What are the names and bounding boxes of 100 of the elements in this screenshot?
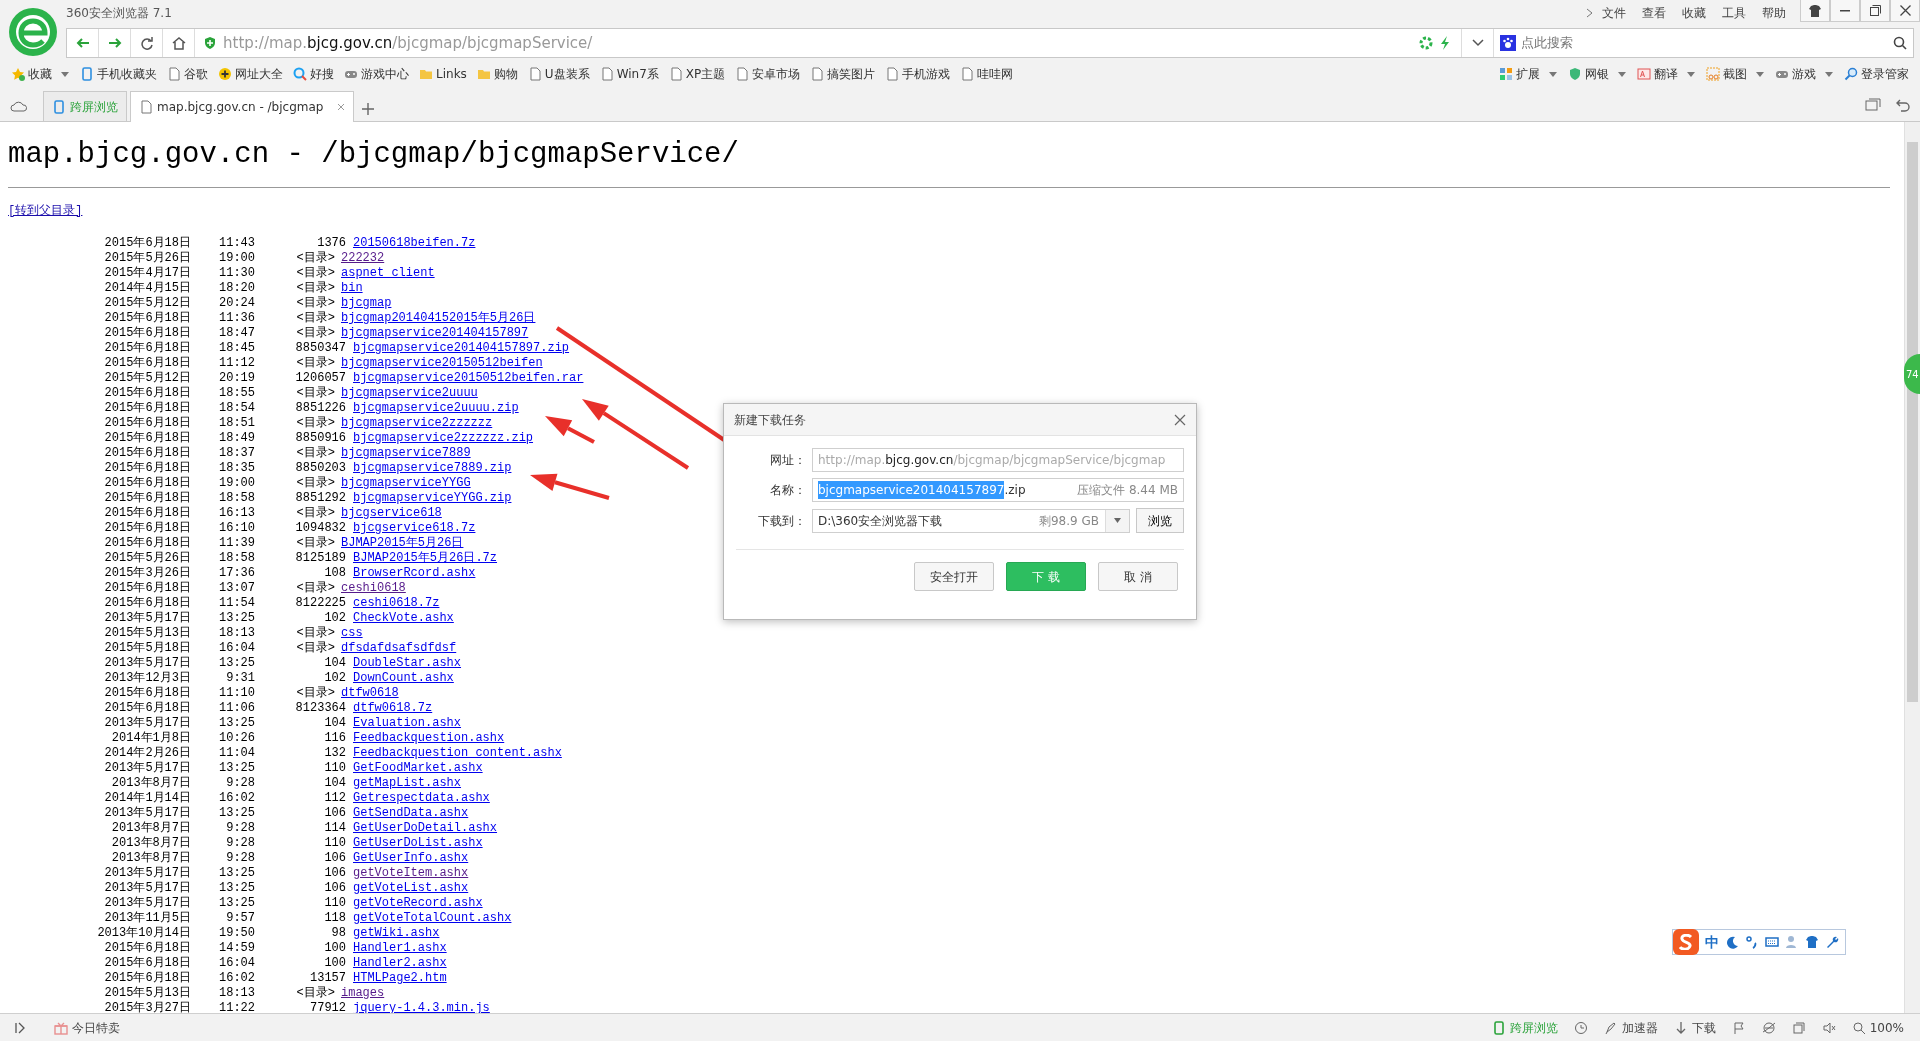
file-link[interactable]: getVoteItem.ashx	[353, 865, 469, 881]
file-link[interactable]: aspnet_client	[341, 265, 435, 281]
file-link[interactable]: GetFoodMarket.ashx	[353, 760, 483, 776]
bookmark-item[interactable]: 搞笑图片	[805, 65, 881, 83]
bookmark-item[interactable]: Links	[414, 65, 472, 83]
file-link[interactable]: 222232	[341, 250, 385, 266]
file-link[interactable]: ceshi0618.7z	[353, 595, 440, 611]
file-link[interactable]: jquery-1.4.3.min.js	[353, 1000, 490, 1013]
browse-button[interactable]: 浏览	[1136, 508, 1184, 533]
file-link[interactable]: bjcgmapservice2zzzzzz	[341, 415, 493, 431]
menu-item[interactable]: 工具	[1714, 4, 1754, 22]
file-link[interactable]: getVoteList.ashx	[353, 880, 469, 896]
dialog-button[interactable]: 取 消	[1098, 562, 1178, 591]
file-link[interactable]: getVoteTotalCount.ashx	[353, 910, 512, 926]
file-link[interactable]: bjcgmapserviceYYGG	[341, 475, 471, 491]
file-link[interactable]: bjcgmapservice2zzzzzz.zip	[353, 430, 534, 446]
bookmark-item[interactable]: 游戏中心	[339, 65, 414, 83]
file-link[interactable]: Handler2.ashx	[353, 955, 447, 971]
toolbar-item[interactable]: 游戏	[1770, 65, 1821, 83]
bookmark-item[interactable]: Win7系	[594, 65, 664, 83]
file-link[interactable]: DoubleStar.ashx	[353, 655, 462, 671]
file-link[interactable]: GetSendData.ashx	[353, 805, 469, 821]
scrollbar[interactable]	[1904, 122, 1920, 1013]
url-field[interactable]: http://map.bjcg.gov.cn/bjcgmap/bjcgmapService/	[223, 31, 1419, 55]
file-link[interactable]: Evaluation.ashx	[353, 715, 462, 731]
file-link[interactable]: bjcgmapservice2uuuu.zip	[353, 400, 519, 416]
folder-field[interactable]: D:\360安全浏览器下载 剩98.9 GB	[812, 508, 1130, 533]
close-button[interactable]	[1174, 413, 1186, 426]
bookmark-item[interactable]: 好搜	[288, 65, 339, 83]
file-link[interactable]: bjcgmapservice201404157897.zip	[353, 340, 570, 356]
menu-item[interactable]: 收藏	[1674, 4, 1714, 22]
tab[interactable]: map.bjcg.gov.cn - /bjcgmap	[130, 91, 355, 122]
file-link[interactable]: images	[341, 985, 385, 1001]
file-link[interactable]: bjcgmapserviceYYGG.zip	[353, 490, 512, 506]
toolbar-item[interactable]: 登录管家	[1839, 65, 1914, 83]
status-item[interactable]: 加速器	[1595, 1018, 1666, 1037]
bookmark-item[interactable]: 谷歌	[162, 65, 213, 83]
file-link[interactable]: bjcgmap	[341, 295, 392, 311]
status-item[interactable]: 下载	[1665, 1018, 1724, 1037]
file-link[interactable]: Getrespectdata.ashx	[353, 790, 490, 806]
bookmark-item[interactable]: 购物	[471, 65, 523, 83]
bookmark-item[interactable]: 手机收藏夹	[75, 65, 162, 83]
url-field[interactable]: http://map.bjcg.gov.cn/bjcgmap/bjcgmapService/bjcgmap	[812, 448, 1184, 472]
file-link[interactable]: bjcgmapservice2uuuu	[341, 385, 478, 401]
bookmark-item[interactable]: 网址大全	[213, 65, 288, 83]
file-link[interactable]: bjcgservice618	[341, 505, 442, 521]
time-text: 18:58	[218, 490, 255, 506]
toolbar-item[interactable]: 扩展	[1494, 65, 1545, 83]
menu-item[interactable]: 文件	[1594, 4, 1634, 22]
bookmark-item[interactable]: XP主题	[663, 65, 731, 83]
file-link[interactable]: getWiki.ashx	[353, 925, 440, 941]
search-field[interactable]: 点此搜索	[1519, 32, 1890, 54]
status-item[interactable]: 100%	[1843, 1018, 1912, 1037]
bookmark-item[interactable]: 手机游戏	[880, 65, 956, 83]
restore-button[interactable]	[1860, 0, 1890, 22]
bookmark-item[interactable]: 哇哇网	[955, 65, 1019, 83]
status-item[interactable]: 今日特卖	[46, 1018, 128, 1037]
file-link[interactable]: Feedbackquestion.ashx	[353, 730, 505, 746]
file-link[interactable]: bin	[341, 280, 363, 296]
name-field[interactable]: bjcgmapservice201404157897.zip 压缩文件 8.44 MB	[812, 478, 1184, 502]
file-link[interactable]: BJMAP2015年5月26日	[341, 535, 464, 551]
file-link[interactable]: Feedbackquestion_content.ashx	[353, 745, 562, 761]
file-link[interactable]: bjcgmapservice201404157897	[341, 325, 529, 341]
file-link[interactable]: HTMLPage2.htm	[353, 970, 447, 986]
file-link[interactable]: dtfw0618	[341, 685, 399, 701]
file-link[interactable]: bjcgmapservice20150512beifen	[341, 355, 543, 371]
directory-tag: <目录>	[255, 280, 335, 296]
file-link[interactable]: ceshi0618	[341, 580, 406, 596]
toolbar-item[interactable]: 翻译	[1632, 65, 1683, 83]
bookmark-item[interactable]: U盘装系	[522, 65, 595, 83]
parent-directory-link[interactable]: [转到父目录]	[8, 203, 83, 218]
toolbar-item[interactable]: 截图	[1701, 65, 1752, 83]
file-link[interactable]: bjcgmapservice20150512beifen.rar	[353, 370, 584, 386]
ime-logo[interactable]	[1673, 929, 1699, 955]
file-link[interactable]: Handler1.ashx	[353, 940, 447, 956]
file-link[interactable]: CheckVote.ashx	[353, 610, 454, 626]
bookmark-item[interactable]: 收藏	[6, 65, 57, 83]
file-link[interactable]: dfsdafdsafsdfdsf	[341, 640, 457, 656]
menu-item[interactable]: 查看	[1634, 4, 1674, 22]
file-link[interactable]: GetUserDoDetail.ashx	[353, 820, 498, 836]
file-link[interactable]: BJMAP2015年5月26日.7z	[353, 550, 498, 566]
file-link[interactable]: DownCount.ashx	[353, 670, 454, 686]
toolbar-item[interactable]: 网银	[1563, 65, 1614, 83]
file-link[interactable]: GetUserInfo.ashx	[353, 850, 469, 866]
file-link[interactable]: getMapList.ashx	[353, 775, 462, 791]
file-link[interactable]: bjcgmapservice7889	[341, 445, 471, 461]
bookmark-item[interactable]: 安卓市场	[730, 65, 806, 83]
skin-button[interactable]	[1800, 0, 1830, 22]
file-link[interactable]: bjcgmap201404152015年5月26日	[341, 310, 536, 326]
file-link[interactable]: dtfw0618.7z	[353, 700, 433, 716]
file-link[interactable]: bjcgmapservice7889.zip	[353, 460, 512, 476]
file-link[interactable]: 20150618beifen.7z	[353, 235, 476, 251]
menu-item[interactable]: 帮助	[1754, 4, 1794, 22]
file-link[interactable]: GetUserDoList.ashx	[353, 835, 483, 851]
file-link[interactable]: css	[341, 625, 363, 641]
file-link[interactable]: BrowserRcord.ashx	[353, 565, 476, 581]
file-link[interactable]: bjcgservice618.7z	[353, 520, 476, 536]
file-link[interactable]: getVoteRecord.ashx	[353, 895, 483, 911]
dialog-button[interactable]: 安全打开	[914, 562, 994, 591]
ime-mode[interactable]: 中	[1705, 931, 1719, 953]
